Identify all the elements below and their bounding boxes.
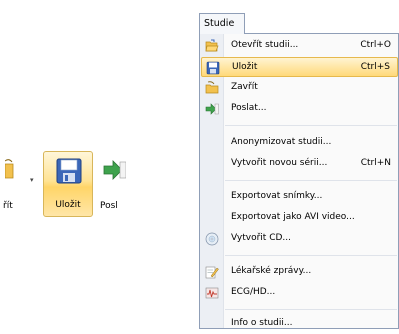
menu-item-shortcut: Ctrl+S (360, 62, 390, 72)
menu-separator (225, 255, 397, 256)
menu-separator (225, 180, 397, 181)
menu-item-new-series[interactable]: Vytvořit novou sérii... Ctrl+N (201, 154, 398, 174)
menu-item-medical-reports[interactable]: Lékařské zprávy... (201, 262, 398, 282)
send-icon (205, 103, 219, 115)
menu-item-label: Uložit (232, 62, 258, 72)
folder-open-icon (205, 39, 219, 52)
menu-item-open-study[interactable]: Otevřít studii... Ctrl+O (201, 36, 398, 56)
studie-menu: Otevřít studii... Ctrl+O Uložit Ctrl+S Z… (199, 33, 399, 329)
chevron-down-icon[interactable]: ▾ (30, 176, 34, 184)
menu-item-create-cd[interactable]: Vytvořit CD... (201, 229, 398, 249)
send-icon (103, 160, 126, 180)
close-ribbon-button-partial[interactable]: řít (0, 152, 22, 218)
menu-item-save[interactable]: Uložit Ctrl+S (201, 57, 398, 77)
cd-icon (205, 232, 219, 246)
menu-item-shortcut: Ctrl+N (360, 158, 391, 168)
send-ribbon-button-partial[interactable]: Posl (97, 152, 137, 218)
ribbon-fragment: řít ▾ Uložit Posl (0, 150, 135, 220)
menu-studie-tab[interactable]: Studie (199, 13, 245, 34)
ecg-icon (205, 287, 219, 299)
folder-close-icon (205, 81, 219, 94)
menu-item-send[interactable]: Poslat... (201, 99, 398, 119)
menu-item-label: Exportovat snímky... (231, 191, 323, 201)
menu-item-close[interactable]: Zavřít (201, 78, 398, 98)
menu-separator (225, 125, 397, 126)
send-ribbon-label: Posl (100, 201, 118, 211)
menu-item-label: Poslat... (231, 103, 267, 113)
report-icon (205, 266, 219, 279)
menu-item-label: Exportovat jako AVI video... (231, 212, 355, 222)
menu-item-label: Lékařské zprávy... (231, 266, 312, 276)
folder-close-icon (5, 159, 14, 179)
menu-item-label: Zavřít (231, 82, 258, 92)
menu-item-label: Anonymizovat studii... (231, 137, 332, 147)
floppy-disk-icon (206, 61, 220, 75)
save-ribbon-label: Uložit (55, 200, 81, 210)
menu-item-label: Vytvořit novou sérii... (231, 158, 328, 168)
menu-item-shortcut: Ctrl+O (360, 40, 391, 50)
menu-item-label: ECG/HD... (231, 287, 276, 297)
menu-item-export-avi[interactable]: Exportovat jako AVI video... (201, 208, 398, 228)
menu-item-export-images[interactable]: Exportovat snímky... (201, 187, 398, 207)
close-ribbon-label: řít (3, 201, 13, 211)
menu-item-label: Otevřít studii... (231, 40, 299, 50)
menu-item-label: Info o studii... (231, 318, 293, 328)
menu-separator (225, 309, 397, 310)
menu-item-anonymize-study[interactable]: Anonymizovat studii... (201, 133, 398, 153)
menu-item-study-info[interactable]: Info o studii... (201, 314, 398, 334)
floppy-disk-icon (56, 158, 82, 184)
menu-item-label: Vytvořit CD... (231, 233, 291, 243)
menu-item-ecg-hd[interactable]: ECG/HD... (201, 283, 398, 303)
save-ribbon-button[interactable]: Uložit (43, 151, 93, 217)
